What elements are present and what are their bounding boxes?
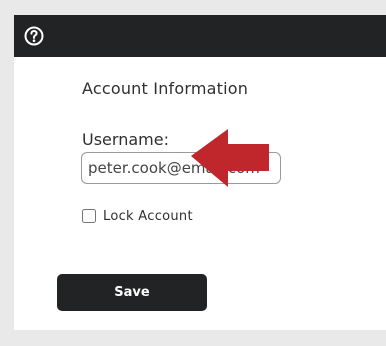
red-arrow-left-icon (191, 129, 269, 187)
lock-account-checkbox[interactable] (82, 209, 96, 223)
save-button[interactable]: Save (57, 274, 207, 311)
header-bar (14, 15, 386, 57)
section-title: Account Information (82, 79, 249, 98)
account-panel: Account Information Username: Lock Accou… (14, 57, 386, 330)
lock-account-label: Lock Account (103, 208, 193, 224)
help-icon[interactable] (24, 26, 44, 46)
lock-account-row[interactable]: Lock Account (82, 207, 193, 225)
username-label: Username: (82, 130, 169, 149)
